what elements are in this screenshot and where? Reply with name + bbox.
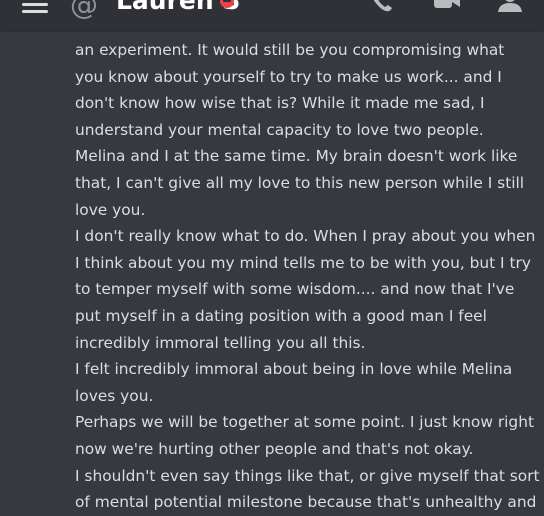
message-line: I felt incredibly immoral about being in… (75, 360, 513, 379)
message-content: an experiment. It would still be you com… (75, 37, 540, 516)
message-line: you know about yourself to try to make u… (75, 67, 502, 86)
message-line: I think about you my mind tells me to be… (75, 253, 531, 272)
message-line: to temper myself with some wisdom.... an… (75, 280, 515, 299)
message-line: love you. (75, 200, 146, 219)
message-line: that, I can't give all my love to this n… (75, 173, 525, 192)
message-line: I shouldn't even say things like that, o… (75, 466, 540, 485)
members-icon[interactable] (496, 0, 526, 14)
hamburger-menu-icon[interactable] (22, 0, 48, 13)
video-icon[interactable] (432, 0, 462, 12)
channel-header: @ Lauren S (0, 0, 544, 30)
message-line: don't know how wise that is? While it ma… (75, 94, 485, 113)
at-icon: @ (70, 0, 98, 21)
message-line: of mental potential milestone because th… (75, 493, 537, 512)
message-line: I don't really know what to do. When I p… (75, 227, 536, 246)
message-line: incredibly immoral telling you all this. (75, 333, 366, 352)
message-line: understand your mental capacity to love … (75, 120, 484, 139)
message-line: loves you. (75, 386, 154, 405)
message-line: now we're hurting other people and that'… (75, 439, 474, 458)
message-line: Perhaps we will be together at some poin… (75, 413, 534, 432)
message-line: Melina and I at the same time. My brain … (75, 147, 518, 166)
message-line: an experiment. It would still be you com… (75, 41, 505, 59)
call-icon[interactable] (370, 0, 396, 14)
message-line: put myself in a dating position with a g… (75, 306, 487, 325)
